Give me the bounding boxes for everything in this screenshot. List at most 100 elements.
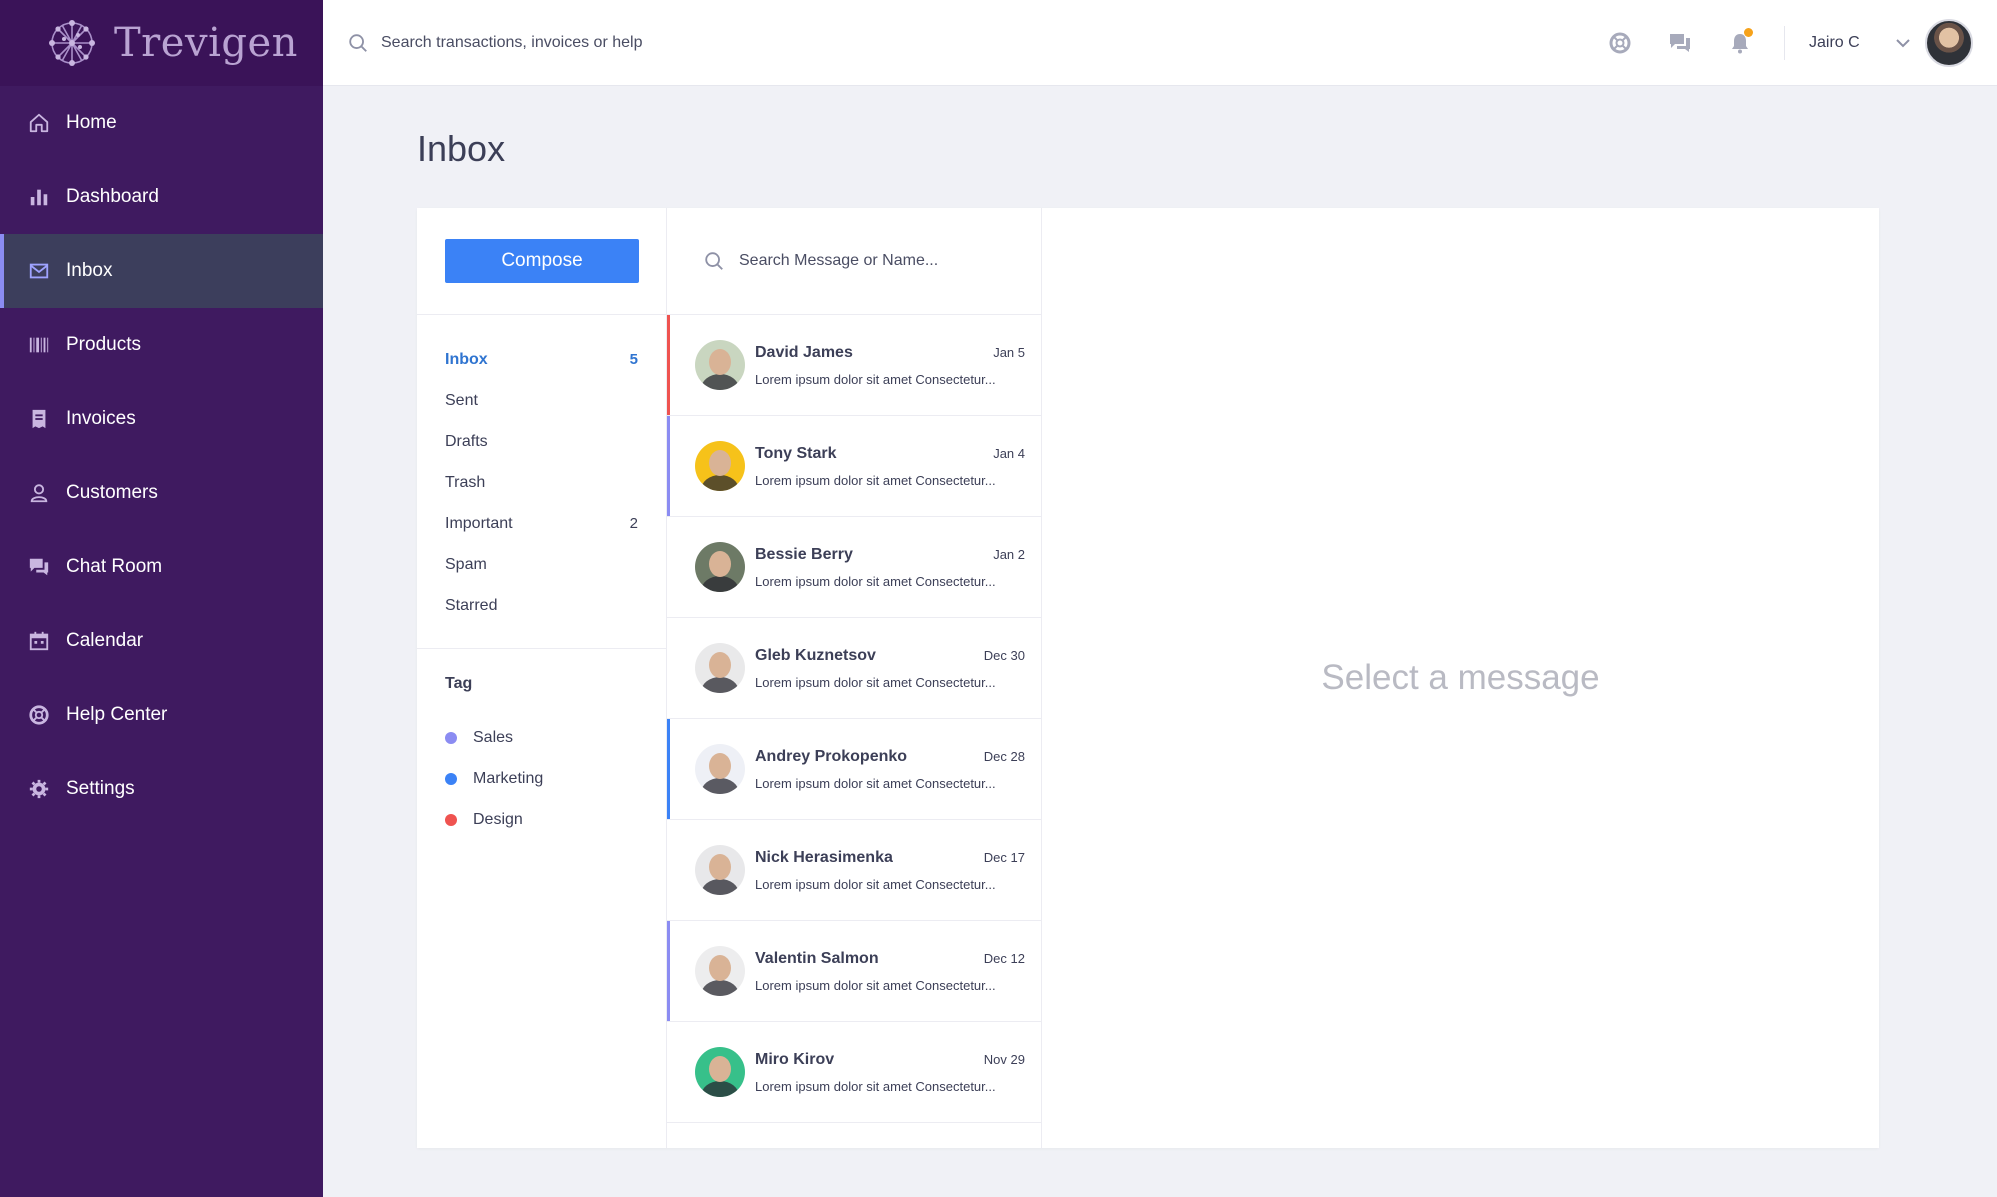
sidebar-item-help-center[interactable]: Help Center (0, 678, 323, 752)
message-item[interactable]: Gleb Kuznetsov Dec 30 Lorem ipsum dolor s… (667, 618, 1041, 719)
tag-marketing[interactable]: Marketing (445, 758, 638, 799)
folder-important[interactable]: Important 2 (445, 503, 638, 544)
brand-name: Trevigen (114, 20, 298, 66)
search-icon (705, 252, 723, 270)
brand[interactable]: Trevigen (0, 0, 323, 86)
sender-name: Andrey Prokopenko (755, 747, 908, 765)
message-item[interactable]: Bessie Berry Jan 2 Lorem ipsum dolor sit … (667, 517, 1041, 618)
message-preview: Lorem ipsum dolor sit amet Consectetur..… (755, 775, 996, 791)
chat-icon (1670, 33, 1690, 52)
chevron-down-icon[interactable] (1895, 35, 1911, 51)
tag-label: Design (473, 810, 523, 828)
message-preview: Lorem ipsum dolor sit amet Consectetur..… (755, 674, 996, 690)
sender-name: Nick Herasimenka (755, 848, 893, 866)
sidebar-item-label: Dashboard (66, 186, 159, 207)
message-preview: Lorem ipsum dolor sit amet Consectetur..… (755, 573, 996, 589)
sidebar: Trevigen Home Dashboard Inbox Products I… (0, 0, 323, 1197)
message-list-column: David James Jan 5 Lorem ipsum dolor sit a… (667, 208, 1042, 1148)
message-content: Andrey Prokopenko Dec 28 Lorem ipsum dolo… (755, 748, 1025, 791)
home-icon (29, 113, 49, 133)
tag-color-dot (445, 731, 457, 744)
sidebar-item-home[interactable]: Home (0, 86, 323, 160)
mail-card: Compose Inbox 5 Sent Drafts Trash Import… (417, 208, 1879, 1148)
avatar (695, 441, 745, 491)
tag-sales[interactable]: Sales (445, 717, 638, 758)
folder-label: Drafts (445, 432, 488, 450)
tag-indicator (667, 416, 670, 516)
top-bar: Jairo C (323, 0, 1997, 86)
folder-drafts[interactable]: Drafts (445, 421, 638, 462)
sidebar-nav: Home Dashboard Inbox Products Invoices C… (0, 86, 323, 826)
message-date: Dec 30 (983, 647, 1025, 663)
message-item[interactable]: Nick Herasimenka Dec 17 Lorem ipsum dolor… (667, 820, 1041, 921)
folder-label: Trash (445, 473, 486, 491)
folder-list: Inbox 5 Sent Drafts Trash Important 2 Sp… (417, 315, 666, 649)
folder-label: Inbox (445, 350, 488, 368)
message-item[interactable]: Valentin Salmon Dec 12 Lorem ipsum dolor … (667, 921, 1041, 1022)
message-date: Nov 29 (983, 1051, 1025, 1067)
compose-button[interactable]: Compose (445, 239, 639, 283)
folder-label: Important (445, 514, 513, 532)
empty-state-text: Select a message (1321, 658, 1600, 697)
sidebar-item-label: Products (66, 334, 141, 355)
sidebar-item-chat-room[interactable]: Chat Room (0, 530, 323, 604)
sidebar-item-settings[interactable]: Settings (0, 752, 323, 826)
help-button[interactable] (1608, 31, 1632, 55)
message-content: Valentin Salmon Dec 12 Lorem ipsum dolor … (755, 950, 1025, 993)
message-item[interactable]: David James Jan 5 Lorem ipsum dolor sit a… (667, 315, 1041, 416)
user-name[interactable]: Jairo C (1809, 34, 1881, 52)
folder-label: Sent (445, 391, 478, 409)
sidebar-item-dashboard[interactable]: Dashboard (0, 160, 323, 234)
avatar (695, 744, 745, 794)
sidebar-item-inbox[interactable]: Inbox (0, 234, 323, 308)
folders-column: Compose Inbox 5 Sent Drafts Trash Import… (417, 208, 667, 1148)
message-date: Jan 4 (993, 445, 1025, 461)
message-search-input[interactable] (739, 252, 1019, 270)
header-icons (1608, 27, 1753, 55)
bar-chart-icon (30, 189, 48, 206)
avatar (695, 845, 745, 895)
notifications-button[interactable] (1728, 27, 1753, 55)
folder-label: Spam (445, 555, 487, 573)
sidebar-item-label: Calendar (66, 630, 144, 651)
user-icon (30, 484, 48, 503)
sender-name: Miro Kirov (755, 1050, 835, 1068)
global-search-input[interactable] (381, 33, 881, 52)
message-content: Tony Stark Jan 4 Lorem ipsum dolor sit am… (755, 445, 1025, 488)
folder-starred[interactable]: Starred (445, 585, 638, 626)
message-item[interactable]: Tony Stark Jan 4 Lorem ipsum dolor sit am… (667, 416, 1041, 517)
message-date: Dec 12 (983, 950, 1025, 966)
message-item[interactable]: Miro Kirov Nov 29 Lorem ipsum dolor sit a… (667, 1022, 1041, 1123)
global-search (323, 32, 1608, 54)
compose-area: Compose (417, 208, 666, 315)
tag-indicator (667, 719, 670, 819)
folder-trash[interactable]: Trash (445, 462, 638, 503)
sidebar-item-label: Chat Room (66, 556, 163, 577)
message-content: Bessie Berry Jan 2 Lorem ipsum dolor sit … (755, 546, 1025, 589)
message-item[interactable]: Andrey Prokopenko Dec 28 Lorem ipsum dolo… (667, 719, 1041, 820)
avatar[interactable] (1925, 18, 1973, 67)
messages-button[interactable] (1668, 31, 1692, 55)
sidebar-item-label: Invoices (66, 408, 136, 429)
tag-label: Marketing (473, 769, 544, 787)
tag-design[interactable]: Design (445, 799, 638, 840)
sidebar-item-customers[interactable]: Customers (0, 456, 323, 530)
message-content: Nick Herasimenka Dec 17 Lorem ipsum dolor… (755, 849, 1025, 892)
tag-indicator (667, 315, 670, 415)
sidebar-item-invoices[interactable]: Invoices (0, 382, 323, 456)
tag-color-dot (445, 813, 457, 826)
folder-spam[interactable]: Spam (445, 544, 638, 585)
folder-inbox[interactable]: Inbox 5 (445, 339, 638, 380)
message-content: Miro Kirov Nov 29 Lorem ipsum dolor sit a… (755, 1051, 1025, 1094)
folder-sent[interactable]: Sent (445, 380, 638, 421)
header-divider (1784, 25, 1785, 60)
folder-count: 2 (629, 515, 638, 532)
sidebar-item-products[interactable]: Products (0, 308, 323, 382)
gear-icon (29, 779, 49, 799)
message-date: Dec 17 (983, 849, 1025, 865)
message-content: David James Jan 5 Lorem ipsum dolor sit a… (755, 344, 1025, 387)
tag-indicator (667, 921, 670, 1021)
barcode-icon (29, 337, 49, 353)
sidebar-item-calendar[interactable]: Calendar (0, 604, 323, 678)
sender-name: Gleb Kuznetsov (755, 646, 876, 664)
